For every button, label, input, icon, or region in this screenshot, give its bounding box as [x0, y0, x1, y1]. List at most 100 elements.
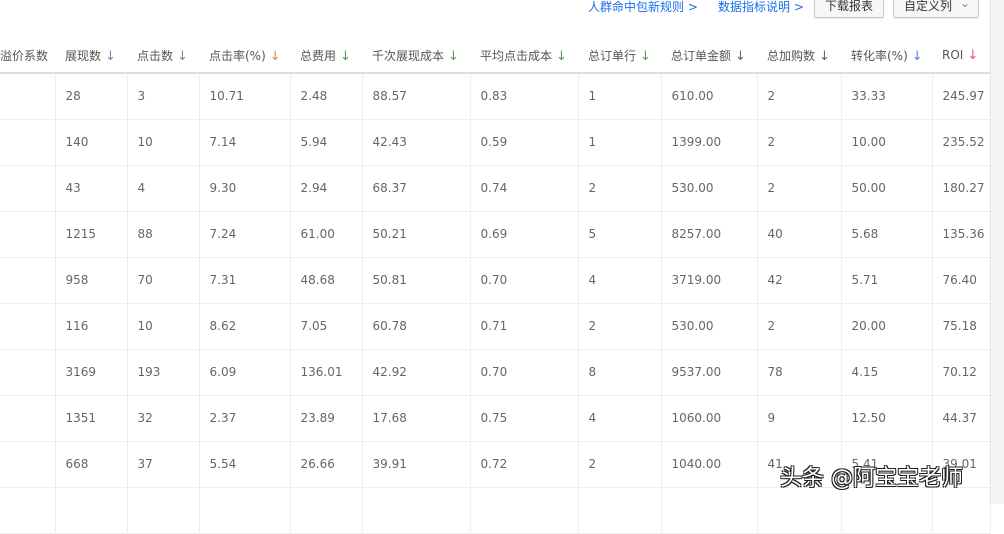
table-cell: [0, 73, 56, 120]
table-cell: 2.94: [290, 165, 363, 212]
table-cell: 1351: [55, 395, 128, 442]
table-cell: [0, 165, 56, 212]
table-cell: 75.18: [932, 303, 991, 350]
table-cell: 78: [757, 349, 842, 396]
column-label: 平均点击成本: [480, 48, 553, 63]
table-cell: [661, 487, 758, 534]
table-cell: [0, 487, 56, 534]
table-cell: [757, 487, 842, 534]
table-cell: [0, 303, 56, 350]
download-report-button[interactable]: 下载报表: [814, 0, 884, 18]
table-row: 28 3 10.71 2.48 88.57 0.83 1 610.00 2 33.33 245.97: [0, 73, 991, 120]
column-header[interactable]: 溢价系数: [0, 38, 55, 74]
sort-arrow-icon[interactable]: ↓: [340, 49, 351, 64]
chevron-down-icon: ⌄: [959, 0, 970, 10]
table-cell: 12.50: [841, 395, 933, 442]
table-row: 958 70 7.31 48.68 50.81 0.70 4 3719.00 42 5.71 76.…: [0, 257, 991, 304]
table-cell: [470, 487, 579, 534]
sort-arrow-icon[interactable]: ↓: [270, 49, 281, 64]
column-label: 点击率(%): [209, 48, 266, 63]
table-cell: 2.48: [290, 73, 363, 120]
table-cell: 7.31: [199, 257, 291, 304]
sort-arrow-icon[interactable]: ↓: [640, 49, 651, 64]
table-cell: 4.15: [841, 349, 933, 396]
column-label: ROI: [942, 47, 964, 62]
metric-help-link[interactable]: 数据指标说明 >: [718, 0, 804, 15]
column-header[interactable]: 总订单行 ↓: [578, 38, 661, 74]
column-header[interactable]: 展现数 ↓: [55, 38, 127, 74]
table-cell: 2: [757, 73, 842, 120]
sort-arrow-icon[interactable]: ↓: [735, 49, 746, 64]
table-cell: 5.94: [290, 119, 363, 166]
table-cell: 23.89: [290, 395, 363, 442]
sort-arrow-icon[interactable]: ↓: [912, 49, 923, 64]
table-cell: 0.70: [470, 257, 579, 304]
sort-arrow-icon[interactable]: ↓: [177, 49, 188, 64]
table-cell: 60.78: [362, 303, 471, 350]
table-cell: 1215: [55, 211, 128, 258]
column-label: 转化率(%): [851, 48, 908, 63]
column-label: 溢价系数: [0, 48, 49, 63]
table-cell: 3719.00: [661, 257, 758, 304]
sort-arrow-icon[interactable]: ↓: [105, 49, 116, 64]
table-cell: 610.00: [661, 73, 758, 120]
table-cell: 7.24: [199, 211, 291, 258]
table-cell: 140: [55, 119, 128, 166]
table-cell: 958: [55, 257, 128, 304]
table-cell: 48.68: [290, 257, 363, 304]
table-row: 116 10 8.62 7.05 60.78 0.71 2 530.00 2 20.00 75.18: [0, 303, 991, 350]
sort-arrow-icon[interactable]: ↓: [967, 48, 978, 63]
column-label: 总订单行: [588, 48, 637, 63]
table-cell: 76.40: [932, 257, 991, 304]
table-cell: 2: [578, 303, 662, 350]
table-cell: 245.97: [932, 73, 991, 120]
table-cell: 0.69: [470, 211, 579, 258]
custom-columns-dropdown[interactable]: 自定义列 ⌄: [893, 0, 979, 18]
table-cell: 44.37: [932, 395, 991, 442]
table-cell: [841, 487, 933, 534]
table-cell: 40: [757, 211, 842, 258]
table-cell: 42.92: [362, 349, 471, 396]
table-cell: 26.66: [290, 441, 363, 488]
column-label: 千次展现成本: [372, 48, 445, 63]
table-cell: [932, 487, 991, 534]
column-header[interactable]: ROI ↓: [932, 38, 990, 74]
table-cell: 10.00: [841, 119, 933, 166]
table-cell: 50.81: [362, 257, 471, 304]
table-row: 1215 88 7.24 61.00 50.21 0.69 5 8257.00 40 5.68 13…: [0, 211, 991, 258]
column-header[interactable]: 总费用 ↓: [290, 38, 362, 74]
column-header[interactable]: 总加购数 ↓: [757, 38, 841, 74]
column-header[interactable]: 点击数 ↓: [127, 38, 199, 74]
watermark: 头条 @阿宝宝老师: [780, 466, 963, 491]
table-cell: 42.43: [362, 119, 471, 166]
table-cell: 8.62: [199, 303, 291, 350]
column-header[interactable]: 平均点击成本 ↓: [470, 38, 578, 74]
sort-arrow-icon[interactable]: ↓: [819, 49, 830, 64]
column-header[interactable]: 千次展现成本 ↓: [362, 38, 470, 74]
column-header[interactable]: 点击率(%) ↓: [199, 38, 290, 74]
table-cell: 530.00: [661, 303, 758, 350]
table-cell: 9: [757, 395, 842, 442]
table-cell: 5.54: [199, 441, 291, 488]
crowd-rules-link[interactable]: 人群命中包新规则 >: [588, 0, 698, 15]
sort-arrow-icon[interactable]: ↓: [448, 49, 459, 64]
table-cell: 2: [757, 303, 842, 350]
table-row: 3169 193 6.09 136.01 42.92 0.70 8 9537.00 78 4.15…: [0, 349, 991, 396]
column-header[interactable]: 总订单金额 ↓: [661, 38, 757, 74]
table-cell: 68.37: [362, 165, 471, 212]
table-cell: 2: [757, 165, 842, 212]
table-cell: 43: [55, 165, 128, 212]
table-row: 140 10 7.14 5.94 42.43 0.59 1 1399.00 2 10.00 235.…: [0, 119, 991, 166]
table-cell: 61.00: [290, 211, 363, 258]
table-cell: 4: [127, 165, 200, 212]
table-cell: 1040.00: [661, 441, 758, 488]
sort-arrow-icon[interactable]: ↓: [556, 49, 567, 64]
vertical-scrollbar[interactable]: [990, 0, 1004, 504]
table-cell: 3: [127, 73, 200, 120]
table-cell: 0.75: [470, 395, 579, 442]
column-header[interactable]: 转化率(%) ↓: [841, 38, 932, 74]
column-label: 展现数: [65, 48, 102, 63]
table-cell: [127, 487, 200, 534]
table-cell: 530.00: [661, 165, 758, 212]
table-cell: 42: [757, 257, 842, 304]
